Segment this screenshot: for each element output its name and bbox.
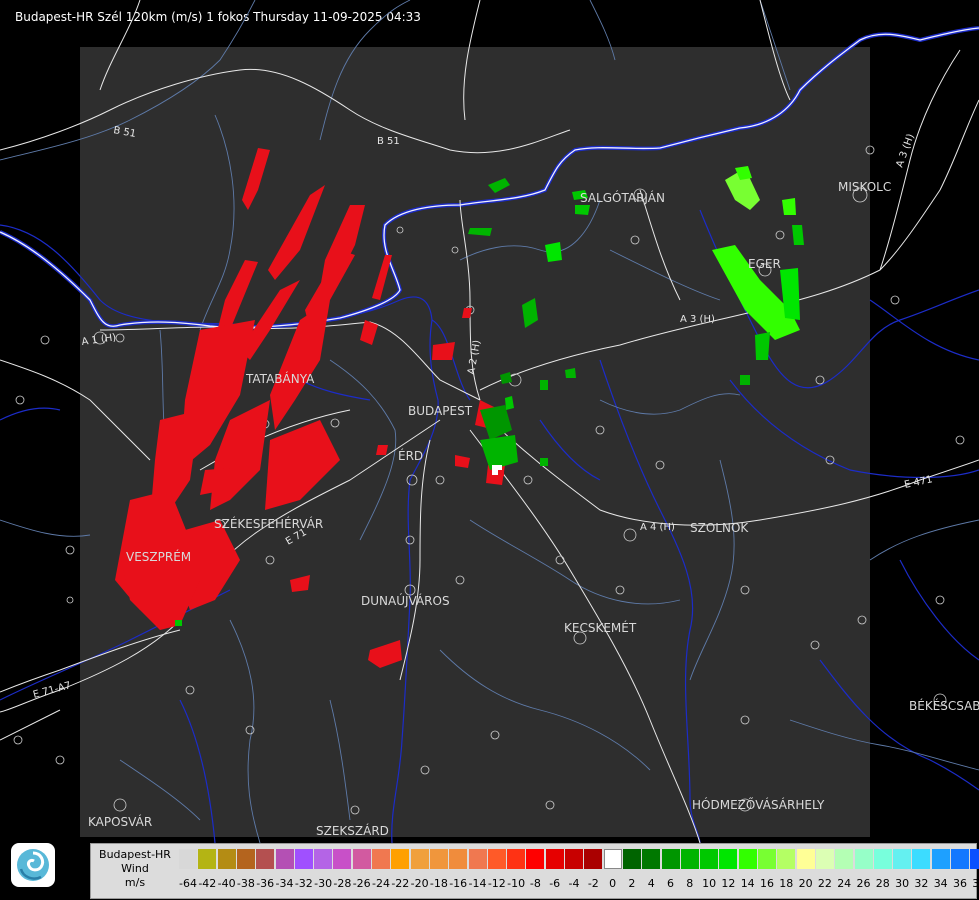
spiral-logo-icon [17,849,49,881]
road-label-a3: A 3 (H) [680,314,715,325]
legend-swatch [719,849,738,869]
city-label-kecskemet: KECSKEMÉT [564,620,637,635]
legend-title: Budapest-HR Wind m/s [91,848,179,890]
legend-swatch [507,849,526,869]
legend-swatch [642,849,661,869]
city-label-miskolc: MISKOLC [838,180,891,194]
road-label-b51-east: B 51 [377,136,400,147]
legend-swatch [333,849,352,869]
legend-swatch [622,849,641,869]
legend-swatch [835,849,854,869]
legend-swatch [700,849,719,869]
city-label-bekescsaba: BÉKÉSCSABA [909,698,979,713]
legend-swatch [179,849,197,869]
legend-swatch [217,849,236,869]
city-label-salgotarjan: SALGÓTARJÁN [580,190,665,205]
city-label-erd: ÉRD [398,448,423,463]
city-label-veszprem: VESZPRÉM [126,549,191,564]
legend-swatch [603,849,622,869]
city-label-dunaujvaros: DUNAÚJVÁROS [361,593,450,608]
legend-swatch [815,849,834,869]
road-label-a3-north: A 3 (H) [894,132,916,169]
legend-swatch [526,849,545,869]
legend-swatch [970,849,979,869]
legend-unit: m/s [124,876,146,889]
radar-map[interactable]: TATABÁNYA BUDAPEST ÉRD SZÉKESFEHÉRVÁR VE… [0,0,979,843]
legend-swatch [468,849,487,869]
legend-swatch [391,849,410,869]
legend-swatch [661,849,680,869]
city-label-szekszard: SZEKSZÁRD [316,823,389,838]
city-label-budapest: BUDAPEST [408,404,473,418]
legend-swatch [449,849,468,869]
legend-swatch [873,849,892,869]
legend-swatch [372,849,390,869]
legend-swatch [738,849,757,869]
city-label-szolnok: SZOLNOK [690,521,749,535]
legend-swatch [565,849,583,869]
color-legend: Budapest-HR Wind m/s -64 -42 -40 -38 -36 -34-… [90,843,979,899]
legend-swatch [314,849,333,869]
city-label-kaposvar: KAPOSVÁR [88,814,152,829]
legend-swatch [931,849,950,869]
legend-swatch [796,849,815,869]
legend-swatch [256,849,275,869]
city-label-szekesfehervar: SZÉKESFEHÉRVÁR [214,516,323,531]
legend-swatch [236,849,255,869]
legend-swatch [352,849,371,869]
legend-swatch [893,849,912,869]
city-label-eger: EGER [748,257,781,271]
legend-swatch [545,849,564,869]
legend-swatch [680,849,699,869]
legend-parameter: Wind [121,862,149,875]
legend-swatch [410,849,429,869]
legend-radar-name: Budapest-HR [99,848,171,861]
legend-swatch [951,849,969,869]
road-label-a4: A 4 (H) [640,522,675,533]
legend-swatch [584,849,603,869]
city-label-tatabanya: TATABÁNYA [245,371,315,386]
legend-swatch [758,849,776,869]
legend-swatch [777,849,796,869]
legend-swatch [275,849,294,869]
legend-swatch [912,849,931,869]
legend-swatch [198,849,217,869]
legend-swatch [854,849,873,869]
legend-swatch [429,849,448,869]
road-label-e71-a7: E 71-A7 [32,680,72,701]
met-service-logo [11,843,55,887]
city-label-hodmezovasarhely: HÓDMEZŐVÁSÁRHELY [692,797,825,812]
legend-swatch [294,849,313,869]
legend-swatch [487,849,506,869]
legend-tick-label: 38 [972,877,979,890]
